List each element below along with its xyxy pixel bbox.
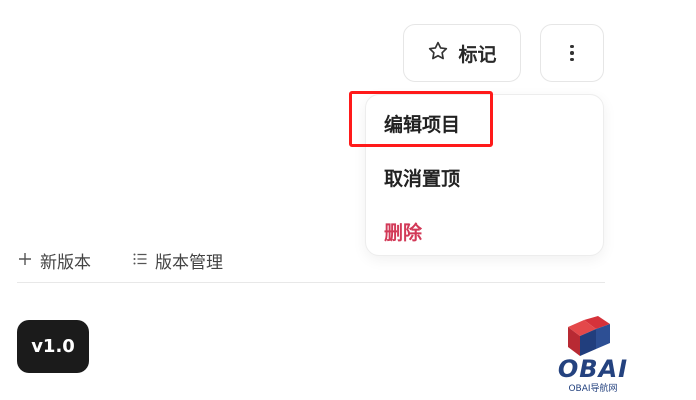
list-icon (133, 251, 147, 271)
new-version-label: 新版本 (40, 253, 91, 273)
highlight-box (349, 91, 493, 147)
page: 标记 编辑项目 取消置顶 删除 新版本 版本管理 v1.0 OBAI OBAI导… (0, 0, 696, 400)
new-version-button[interactable]: 新版本 (18, 248, 91, 273)
watermark-subtext: OBAI导航网 (568, 382, 617, 394)
divider (17, 282, 605, 283)
star-icon (427, 40, 449, 66)
version-management-label: 版本管理 (155, 253, 223, 273)
plus-icon (18, 251, 32, 271)
watermark-text: OBAI (558, 355, 628, 383)
menu-item-delete[interactable]: 删除 (384, 221, 422, 245)
version-management-button[interactable]: 版本管理 (133, 248, 223, 273)
version-badge[interactable]: v1.0 (17, 320, 89, 373)
obai-watermark-logo: OBAI OBAI导航网 (558, 316, 628, 394)
mark-button-label: 标记 (458, 43, 497, 66)
menu-item-unpin[interactable]: 取消置顶 (384, 167, 460, 191)
more-vertical-icon (570, 44, 574, 62)
mark-button[interactable]: 标记 (403, 24, 521, 82)
more-options-button[interactable] (540, 24, 604, 82)
